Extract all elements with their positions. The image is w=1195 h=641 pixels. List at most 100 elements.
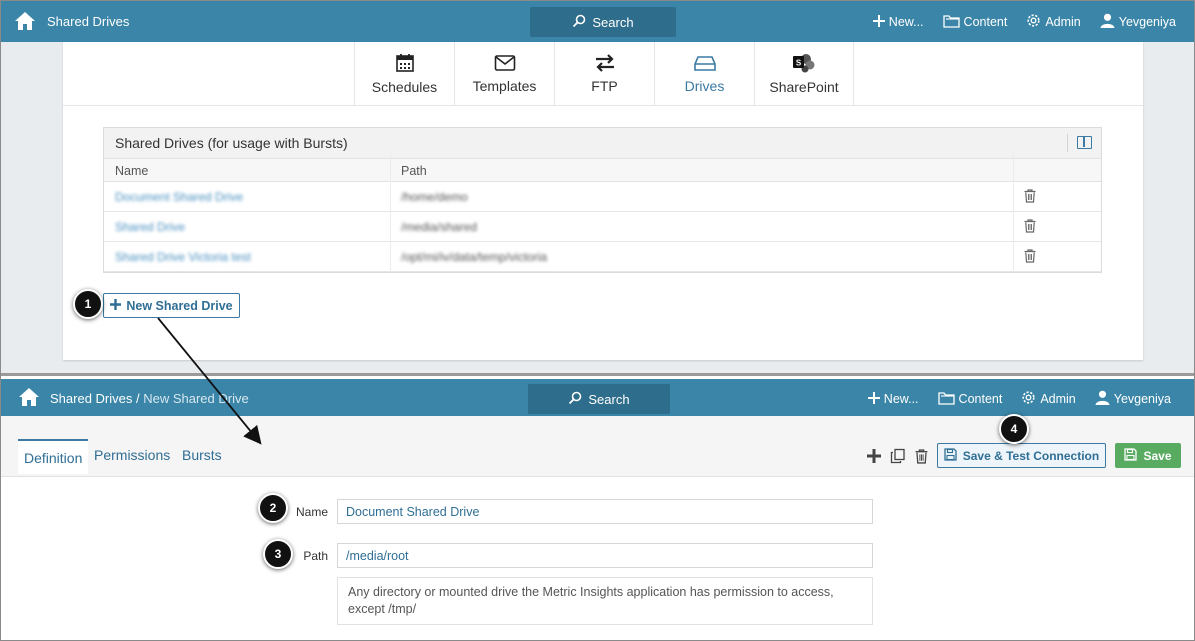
new-shared-drive-label: New Shared Drive (126, 298, 233, 313)
plus-icon (110, 298, 122, 313)
tab-ftp-label: FTP (591, 78, 618, 94)
user-menu[interactable]: Yevgeniya (1095, 390, 1171, 408)
new-menu[interactable]: New... (867, 391, 919, 407)
tab-sharepoint-label: SharePoint (769, 79, 839, 95)
name-label: Name (295, 505, 328, 519)
grid-title: Shared Drives (for usage with Bursts) (115, 135, 348, 151)
top-navbar: Shared Drives Search New... Content Admi… (1, 1, 1194, 42)
tab-templates-label: Templates (472, 78, 537, 94)
folder-icon (937, 391, 955, 408)
drive-path: /home/demo (401, 190, 468, 204)
editor-navbar: Shared Drives / New Shared Drive Search … (1, 379, 1194, 416)
tab-drives-label: Drives (684, 78, 725, 94)
content-label: Content (958, 392, 1003, 406)
grid-column-headers: Name Path (104, 159, 1101, 182)
drive-icon (693, 54, 716, 75)
trash-icon[interactable] (1024, 219, 1036, 236)
tab-ftp[interactable]: FTP (554, 42, 654, 106)
breadcrumb-parent[interactable]: Shared Drives (50, 391, 132, 406)
columns-toggle-icon[interactable] (1077, 136, 1092, 149)
transfer-arrows-icon (594, 54, 616, 75)
new-menu[interactable]: New... (872, 14, 924, 30)
drive-path: /opt/mi/iv/data/temp/victoria (401, 250, 548, 264)
tab-schedules[interactable]: Schedules (354, 42, 454, 106)
content-menu[interactable]: Content (937, 391, 1003, 408)
path-field[interactable]: /media/root (337, 543, 873, 568)
callout-badge-3: 3 (263, 539, 293, 569)
folder-icon (942, 14, 960, 31)
search-label: Search (592, 14, 634, 30)
user-name: Yevgeniya (1118, 15, 1176, 29)
content-label: Content (963, 15, 1008, 29)
drives-card: Schedules Templates FTP Drives S SharePo… (63, 42, 1143, 360)
tab-permissions[interactable]: Permissions (94, 447, 170, 463)
save-and-test-label: Save & Test Connection (962, 448, 1100, 463)
save-and-test-connection-button[interactable]: Save & Test Connection (937, 443, 1106, 468)
copy-icon[interactable] (890, 448, 906, 469)
callout-badge-2: 2 (258, 493, 288, 523)
trash-icon[interactable] (915, 449, 928, 469)
shared-drives-grid: Shared Drives (for usage with Bursts) Na… (103, 127, 1102, 273)
save-button[interactable]: Save (1115, 443, 1181, 468)
name-field[interactable]: Document Shared Drive (337, 499, 873, 524)
save-label: Save (1143, 448, 1172, 463)
category-tabs: Schedules Templates FTP Drives S SharePo… (63, 42, 1143, 106)
admin-menu[interactable]: Admin (1026, 13, 1081, 31)
add-icon[interactable] (867, 449, 881, 468)
sharepoint-icon: S (792, 53, 816, 76)
search-icon (572, 14, 586, 31)
user-name: Yevgeniya (1113, 392, 1171, 406)
callout-badge-4: 4 (999, 414, 1029, 444)
floppy-disk-icon (944, 447, 957, 464)
new-shared-drive-button[interactable]: New Shared Drive (103, 293, 240, 318)
envelope-icon (494, 54, 516, 75)
search-button[interactable]: Search (528, 384, 670, 414)
trash-icon[interactable] (1024, 189, 1036, 206)
column-header-name[interactable]: Name (115, 164, 148, 178)
search-label: Search (588, 391, 630, 407)
gear-icon (1026, 13, 1041, 31)
calendar-icon (395, 53, 415, 76)
admin-menu[interactable]: Admin (1021, 390, 1076, 408)
column-divider (390, 151, 391, 272)
drive-name-link[interactable]: Shared Drive Victoria test (115, 250, 251, 264)
table-row[interactable]: Shared Drive Victoria test /opt/mi/iv/da… (104, 242, 1101, 272)
shared-drives-list-panel: Shared Drives Search New... Content Admi… (1, 1, 1194, 373)
user-icon (1100, 13, 1115, 31)
breadcrumb-current: New Shared Drive (143, 391, 249, 406)
page-title: Shared Drives (47, 14, 130, 29)
gear-icon (1021, 390, 1036, 408)
tab-sharepoint[interactable]: S SharePoint (754, 42, 854, 106)
column-header-path[interactable]: Path (401, 164, 427, 178)
new-shared-drive-editor-panel: Shared Drives / New Shared Drive Search … (1, 373, 1194, 640)
tab-templates[interactable]: Templates (454, 42, 554, 106)
floppy-disk-icon (1124, 447, 1138, 464)
search-button[interactable]: Search (530, 7, 676, 37)
plus-icon (867, 391, 880, 407)
content-menu[interactable]: Content (942, 14, 1008, 31)
drive-name-link[interactable]: Document Shared Drive (115, 190, 243, 204)
trash-icon[interactable] (1024, 249, 1036, 266)
grid-header: Shared Drives (for usage with Bursts) (104, 128, 1101, 159)
search-icon (568, 391, 582, 408)
svg-text:S: S (796, 59, 802, 68)
table-row[interactable]: Document Shared Drive /home/demo (104, 182, 1101, 212)
column-divider (1013, 151, 1014, 272)
tab-bursts[interactable]: Bursts (182, 447, 222, 463)
home-icon[interactable] (18, 387, 40, 407)
path-hint-text: Any directory or mounted drive the Metri… (337, 577, 873, 625)
new-label: New... (888, 15, 924, 29)
breadcrumb: Shared Drives / New Shared Drive (50, 391, 249, 406)
tab-drives[interactable]: Drives (654, 42, 754, 106)
admin-label: Admin (1040, 392, 1076, 406)
divider (1067, 134, 1068, 152)
plus-icon (872, 14, 885, 30)
user-menu[interactable]: Yevgeniya (1100, 13, 1176, 31)
tab-definition[interactable]: Definition (18, 439, 89, 474)
drive-name-link[interactable]: Shared Drive (115, 220, 185, 234)
admin-label: Admin (1045, 15, 1081, 29)
user-icon (1095, 390, 1110, 408)
home-icon[interactable] (14, 11, 36, 31)
table-row[interactable]: Shared Drive /media/shared (104, 212, 1101, 242)
tab-schedules-label: Schedules (371, 79, 438, 95)
